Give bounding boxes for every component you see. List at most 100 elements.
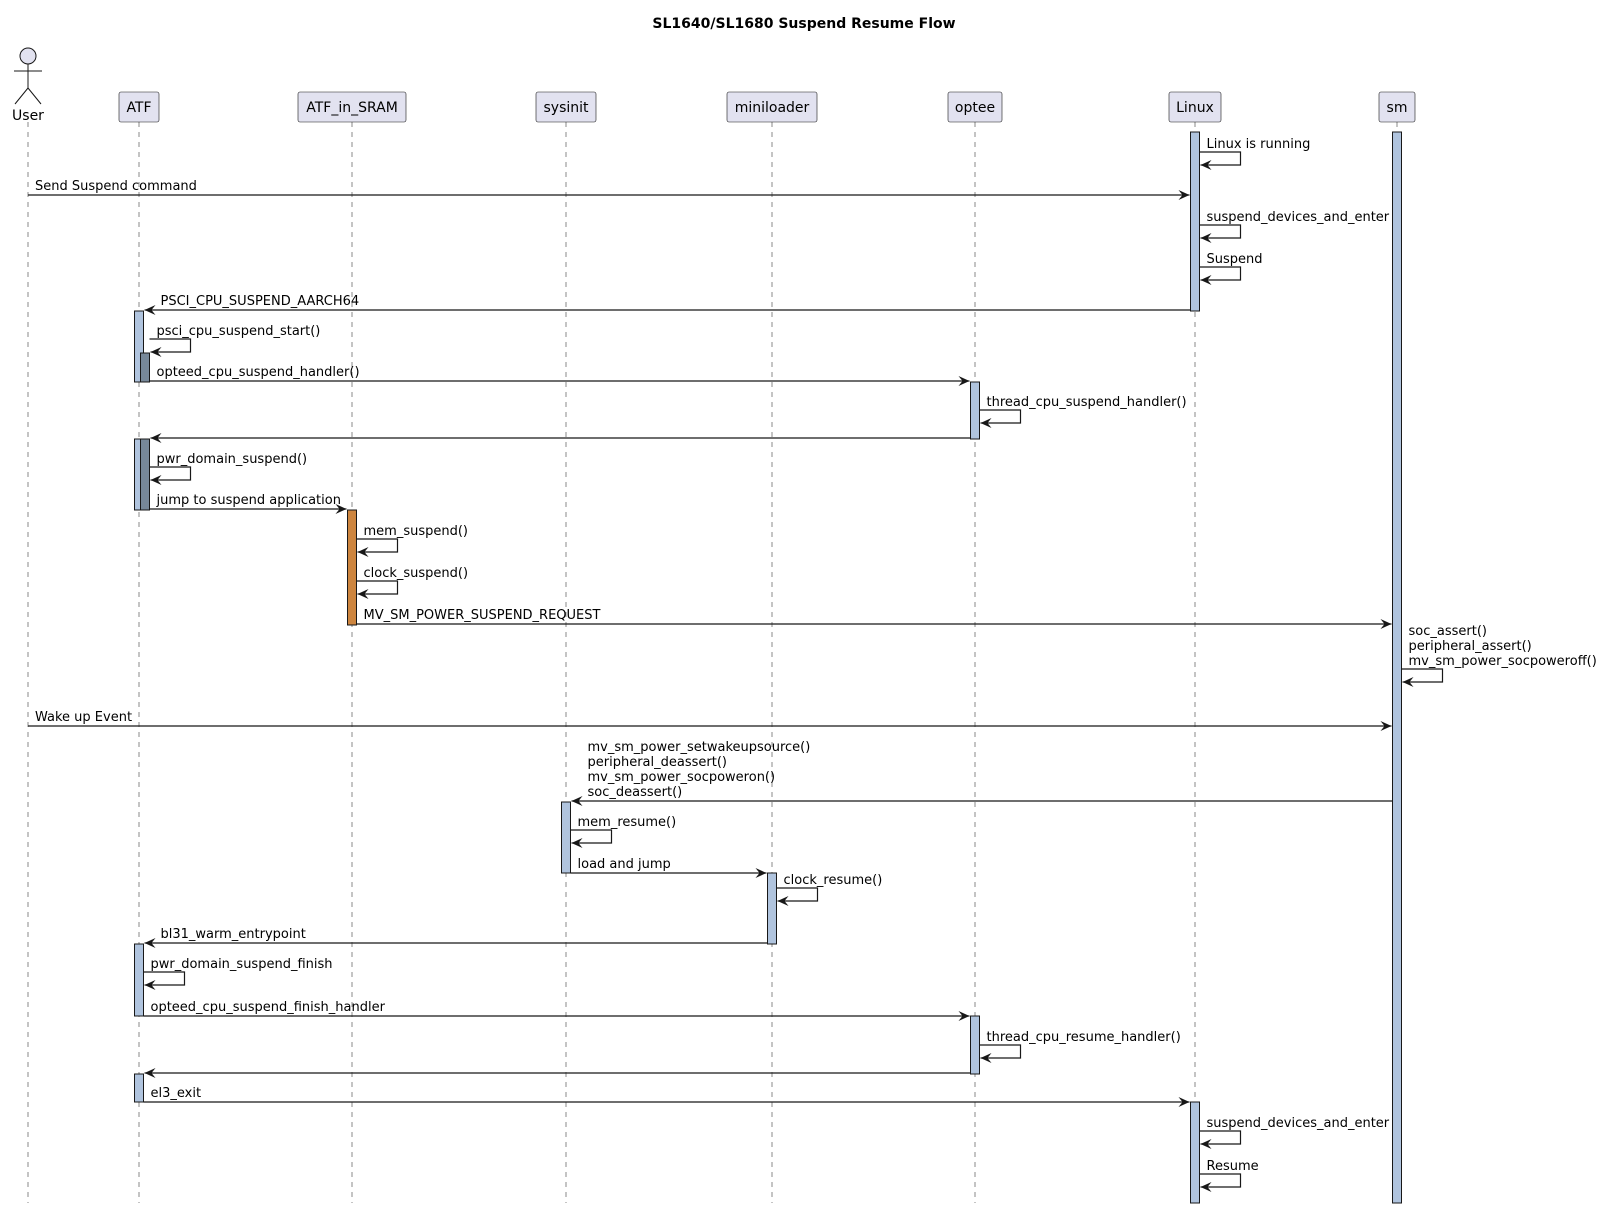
message: thread_cpu_suspend_handler() (979, 395, 1187, 428)
message-label: suspend_devices_and_enter (1207, 210, 1390, 225)
message: Resume (1199, 1159, 1259, 1192)
message-label: pwr_domain_suspend() (157, 452, 308, 467)
self-message-arrow (356, 538, 399, 557)
message: thread_cpu_resume_handler() (979, 1030, 1181, 1063)
self-message-arrow (149, 466, 192, 485)
message: psci_cpu_suspend_start() (149, 324, 321, 357)
self-message-arrow (1199, 151, 1242, 170)
self-message-arrow (149, 338, 192, 357)
message-label: thread_cpu_resume_handler() (987, 1030, 1181, 1045)
message: suspend_devices_and_enter (1199, 1116, 1390, 1149)
message: el3_exit (143, 1086, 1190, 1107)
activation-bar-linux (1190, 1101, 1200, 1204)
participant-user: User (12, 47, 44, 124)
message-label: opteed_cpu_suspend_finish_handler (151, 1000, 386, 1015)
message-label: jump to suspend application (156, 493, 341, 508)
message: opteed_cpu_suspend_finish_handler (143, 1000, 970, 1021)
message-label: suspend_devices_and_enter (1207, 1116, 1390, 1131)
participant-label: Linux (1176, 100, 1214, 116)
message-label: el3_exit (151, 1086, 202, 1101)
self-message-arrow (1199, 266, 1242, 285)
message: PSCI_CPU_SUSPEND_AARCH64 (144, 294, 1191, 315)
message-label: clock_resume() (784, 873, 883, 888)
actor-body (14, 64, 42, 105)
message-label: Wake up Event (35, 710, 132, 725)
message-label: bl31_warm_entrypoint (161, 927, 306, 942)
message-label: opteed_cpu_suspend_handler() (157, 365, 360, 380)
activation-bar-atfsram (347, 509, 357, 626)
message: suspend_devices_and_enter (1199, 210, 1390, 243)
message: bl31_warm_entrypoint (144, 927, 768, 948)
activation-bar-sysinit (561, 801, 571, 874)
participant-atf: ATF (118, 91, 160, 123)
message-label: Resume (1207, 1159, 1259, 1174)
message-label: load and jump (578, 857, 671, 872)
message-label: Linux is running (1207, 137, 1311, 152)
activation-bar-sm (1392, 131, 1402, 1204)
message-label: thread_cpu_suspend_handler() (987, 395, 1187, 410)
participant-label: optee (955, 100, 995, 116)
message: pwr_domain_suspend() (149, 452, 308, 485)
self-message-arrow (776, 887, 819, 906)
participant-label: User (12, 108, 44, 124)
activation-bar-atf (134, 943, 144, 1017)
message: Wake up Event (28, 710, 1392, 731)
activation-bar-atf (134, 1073, 144, 1103)
message-label: Suspend (1207, 252, 1263, 267)
message-label: mv_sm_power_setwakeupsource() (588, 740, 811, 755)
self-message-arrow (979, 1044, 1022, 1063)
participant-label: sysinit (543, 100, 589, 116)
message-label: pwr_domain_suspend_finish (151, 957, 333, 972)
sequence-diagram: SL1640/SL1680 Suspend Resume Flow Linux … (12, 16, 1597, 1204)
self-message-arrow (979, 409, 1022, 428)
message: MV_SM_POWER_SUSPEND_REQUEST (356, 608, 1392, 629)
participant-miniloader: miniloader (726, 91, 818, 123)
message: Send Suspend command (28, 179, 1190, 200)
participants: User ATF ATF_in_SRAM sysinit miniloader optee… (12, 47, 1416, 124)
message: Linux is running (1199, 137, 1311, 170)
message-label: soc_deassert() (588, 785, 683, 800)
self-message-arrow (143, 971, 186, 990)
message-label: mv_sm_power_socpoweroff() (1409, 654, 1597, 669)
actor-head (19, 47, 37, 65)
participant-optee: optee (947, 91, 1003, 123)
participant-label: ATF_in_SRAM (306, 100, 398, 116)
message-label: Send Suspend command (35, 179, 197, 194)
message-label: mv_sm_power_socpoweron() (588, 770, 776, 785)
self-message-arrow (1199, 224, 1242, 243)
message: Suspend (1199, 252, 1263, 285)
participant-label: miniloader (735, 100, 810, 116)
message: mv_sm_power_setwakeupsource()peripheral_… (571, 740, 1393, 806)
message-label: MV_SM_POWER_SUSPEND_REQUEST (364, 608, 601, 623)
message-label: peripheral_assert() (1409, 639, 1532, 654)
message-label: mem_resume() (578, 815, 677, 830)
self-message-arrow (356, 580, 399, 599)
messages: Linux is running Send Suspend command susp… (28, 137, 1597, 1192)
activation-bar-optee (970, 1015, 980, 1075)
participant-sysinit: sysinit (535, 91, 597, 123)
message-label: soc_assert() (1409, 624, 1487, 639)
message: clock_suspend() (356, 566, 469, 599)
message-label: clock_suspend() (364, 566, 469, 581)
message: load and jump (570, 857, 767, 878)
activation-bar-miniloader (767, 872, 777, 945)
participant-label: ATF (126, 100, 151, 116)
message: opteed_cpu_suspend_handler() (149, 365, 970, 386)
self-message-arrow (570, 829, 613, 848)
participant-sm: sm (1378, 91, 1416, 123)
message-label: PSCI_CPU_SUSPEND_AARCH64 (161, 294, 360, 309)
message: mem_resume() (570, 815, 677, 848)
activation-bar-optee (970, 381, 980, 440)
diagram-title: SL1640/SL1680 Suspend Resume Flow (652, 16, 955, 32)
self-message-arrow (1199, 1173, 1242, 1192)
message: soc_assert()peripheral_assert()mv_sm_pow… (1401, 624, 1597, 687)
participant-atfsram: ATF_in_SRAM (297, 91, 407, 123)
activation-bars (134, 131, 1402, 1204)
activation-bar-atf (140, 352, 150, 383)
self-message-arrow (1199, 1130, 1242, 1149)
message-label: peripheral_deassert() (588, 755, 727, 770)
message-label: psci_cpu_suspend_start() (157, 324, 321, 339)
activation-bar-atf (140, 438, 150, 511)
message: clock_resume() (776, 873, 883, 906)
participant-label: sm (1387, 100, 1408, 116)
